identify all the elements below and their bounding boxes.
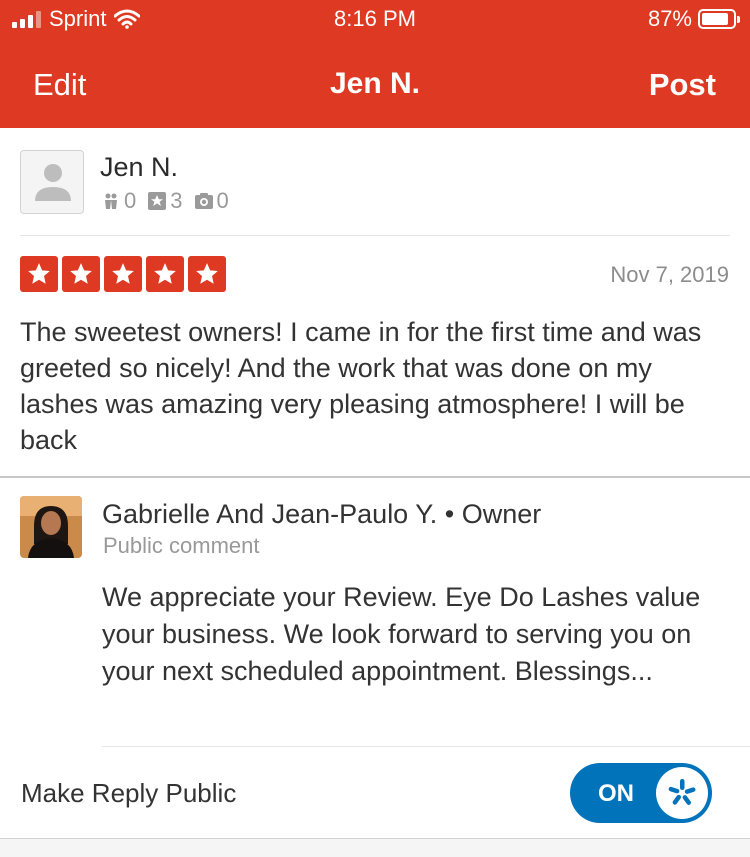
header: Sprint 8:16 PM 87% Edit Jen N. Post (0, 0, 750, 128)
owner-avatar[interactable] (20, 496, 82, 558)
star-rating (20, 256, 226, 292)
friends-icon (105, 193, 117, 209)
reply-text[interactable]: We appreciate your Review. Eye Do Lashes… (102, 579, 732, 690)
avatar-placeholder-icon[interactable] (20, 150, 84, 214)
comment-type: Public comment (103, 533, 260, 558)
yelp-burst-icon (656, 767, 708, 819)
nav-bar: Edit Jen N. Post (0, 40, 750, 128)
page-title: Jen N. (329, 67, 421, 100)
review-date: Nov 7, 2019 (610, 262, 729, 287)
reviewer-stats: 0 3 0 (102, 188, 241, 214)
review-star-icon (148, 192, 167, 210)
review-text: The sweetest owners! I came in for the f… (20, 317, 702, 455)
star-icon (146, 256, 184, 292)
star-icon (20, 256, 58, 292)
star-icon (62, 256, 100, 292)
photos-count: 0 (216, 188, 229, 213)
owner-name: Gabrielle And Jean-Paulo Y. • Owner (102, 499, 542, 529)
make-public-toggle[interactable]: ON (570, 763, 712, 823)
star-icon (188, 256, 226, 292)
divider (0, 476, 750, 478)
status-bar: Sprint 8:16 PM 87% (0, 0, 750, 40)
divider (102, 746, 750, 747)
status-right: 87% (647, 6, 740, 32)
friends-count: 0 (124, 188, 137, 213)
make-public-label: Make Reply Public (21, 778, 237, 808)
toggle-label: ON (598, 780, 634, 807)
status-time: 8:16 PM (334, 6, 416, 31)
reviews-count: 3 (170, 188, 183, 213)
post-button[interactable]: Post (649, 67, 716, 103)
camera-icon (194, 193, 213, 209)
battery-icon (698, 9, 740, 29)
bottom-band (0, 839, 750, 857)
reviewer-info: Jen N. 0 3 0 (20, 150, 730, 235)
divider (20, 235, 730, 236)
star-icon (104, 256, 142, 292)
battery-percent: 87% (647, 6, 692, 31)
reviewer-name[interactable]: Jen N. (100, 152, 178, 183)
